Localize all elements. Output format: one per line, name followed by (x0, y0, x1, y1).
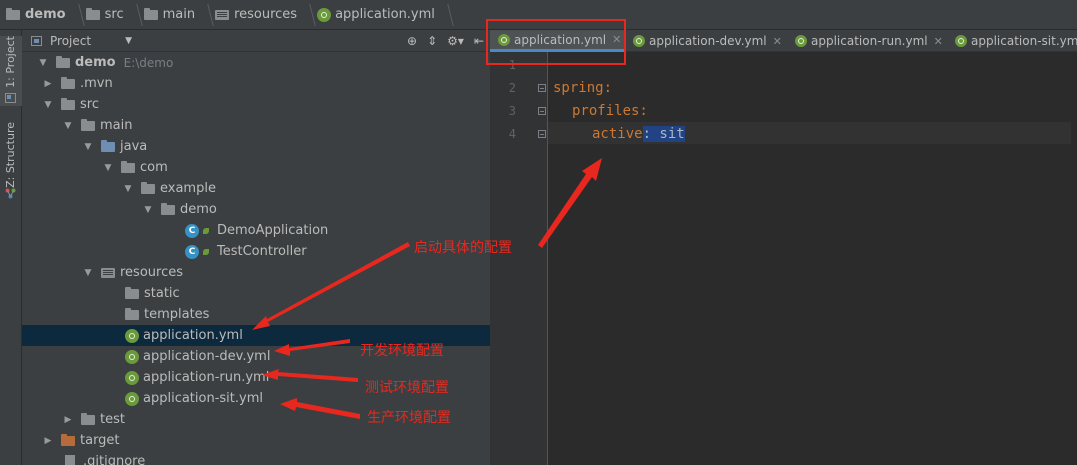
annotation-test-config: 测试环境配置 (365, 380, 449, 396)
annotation-dev-config: 开发环境配置 (360, 343, 444, 359)
annotation-prod-config: 生产环境配置 (367, 410, 451, 426)
annotation-arrows (252, 158, 602, 419)
arrow-to-run-yml (262, 369, 358, 382)
arrow-to-application-yml (252, 242, 410, 330)
annotation-enable-config: 启动具体的配置 (414, 240, 512, 256)
arrow-to-sit-yml (280, 398, 360, 419)
arrow-to-active-tab (538, 158, 602, 248)
arrow-to-dev-yml (274, 339, 350, 356)
